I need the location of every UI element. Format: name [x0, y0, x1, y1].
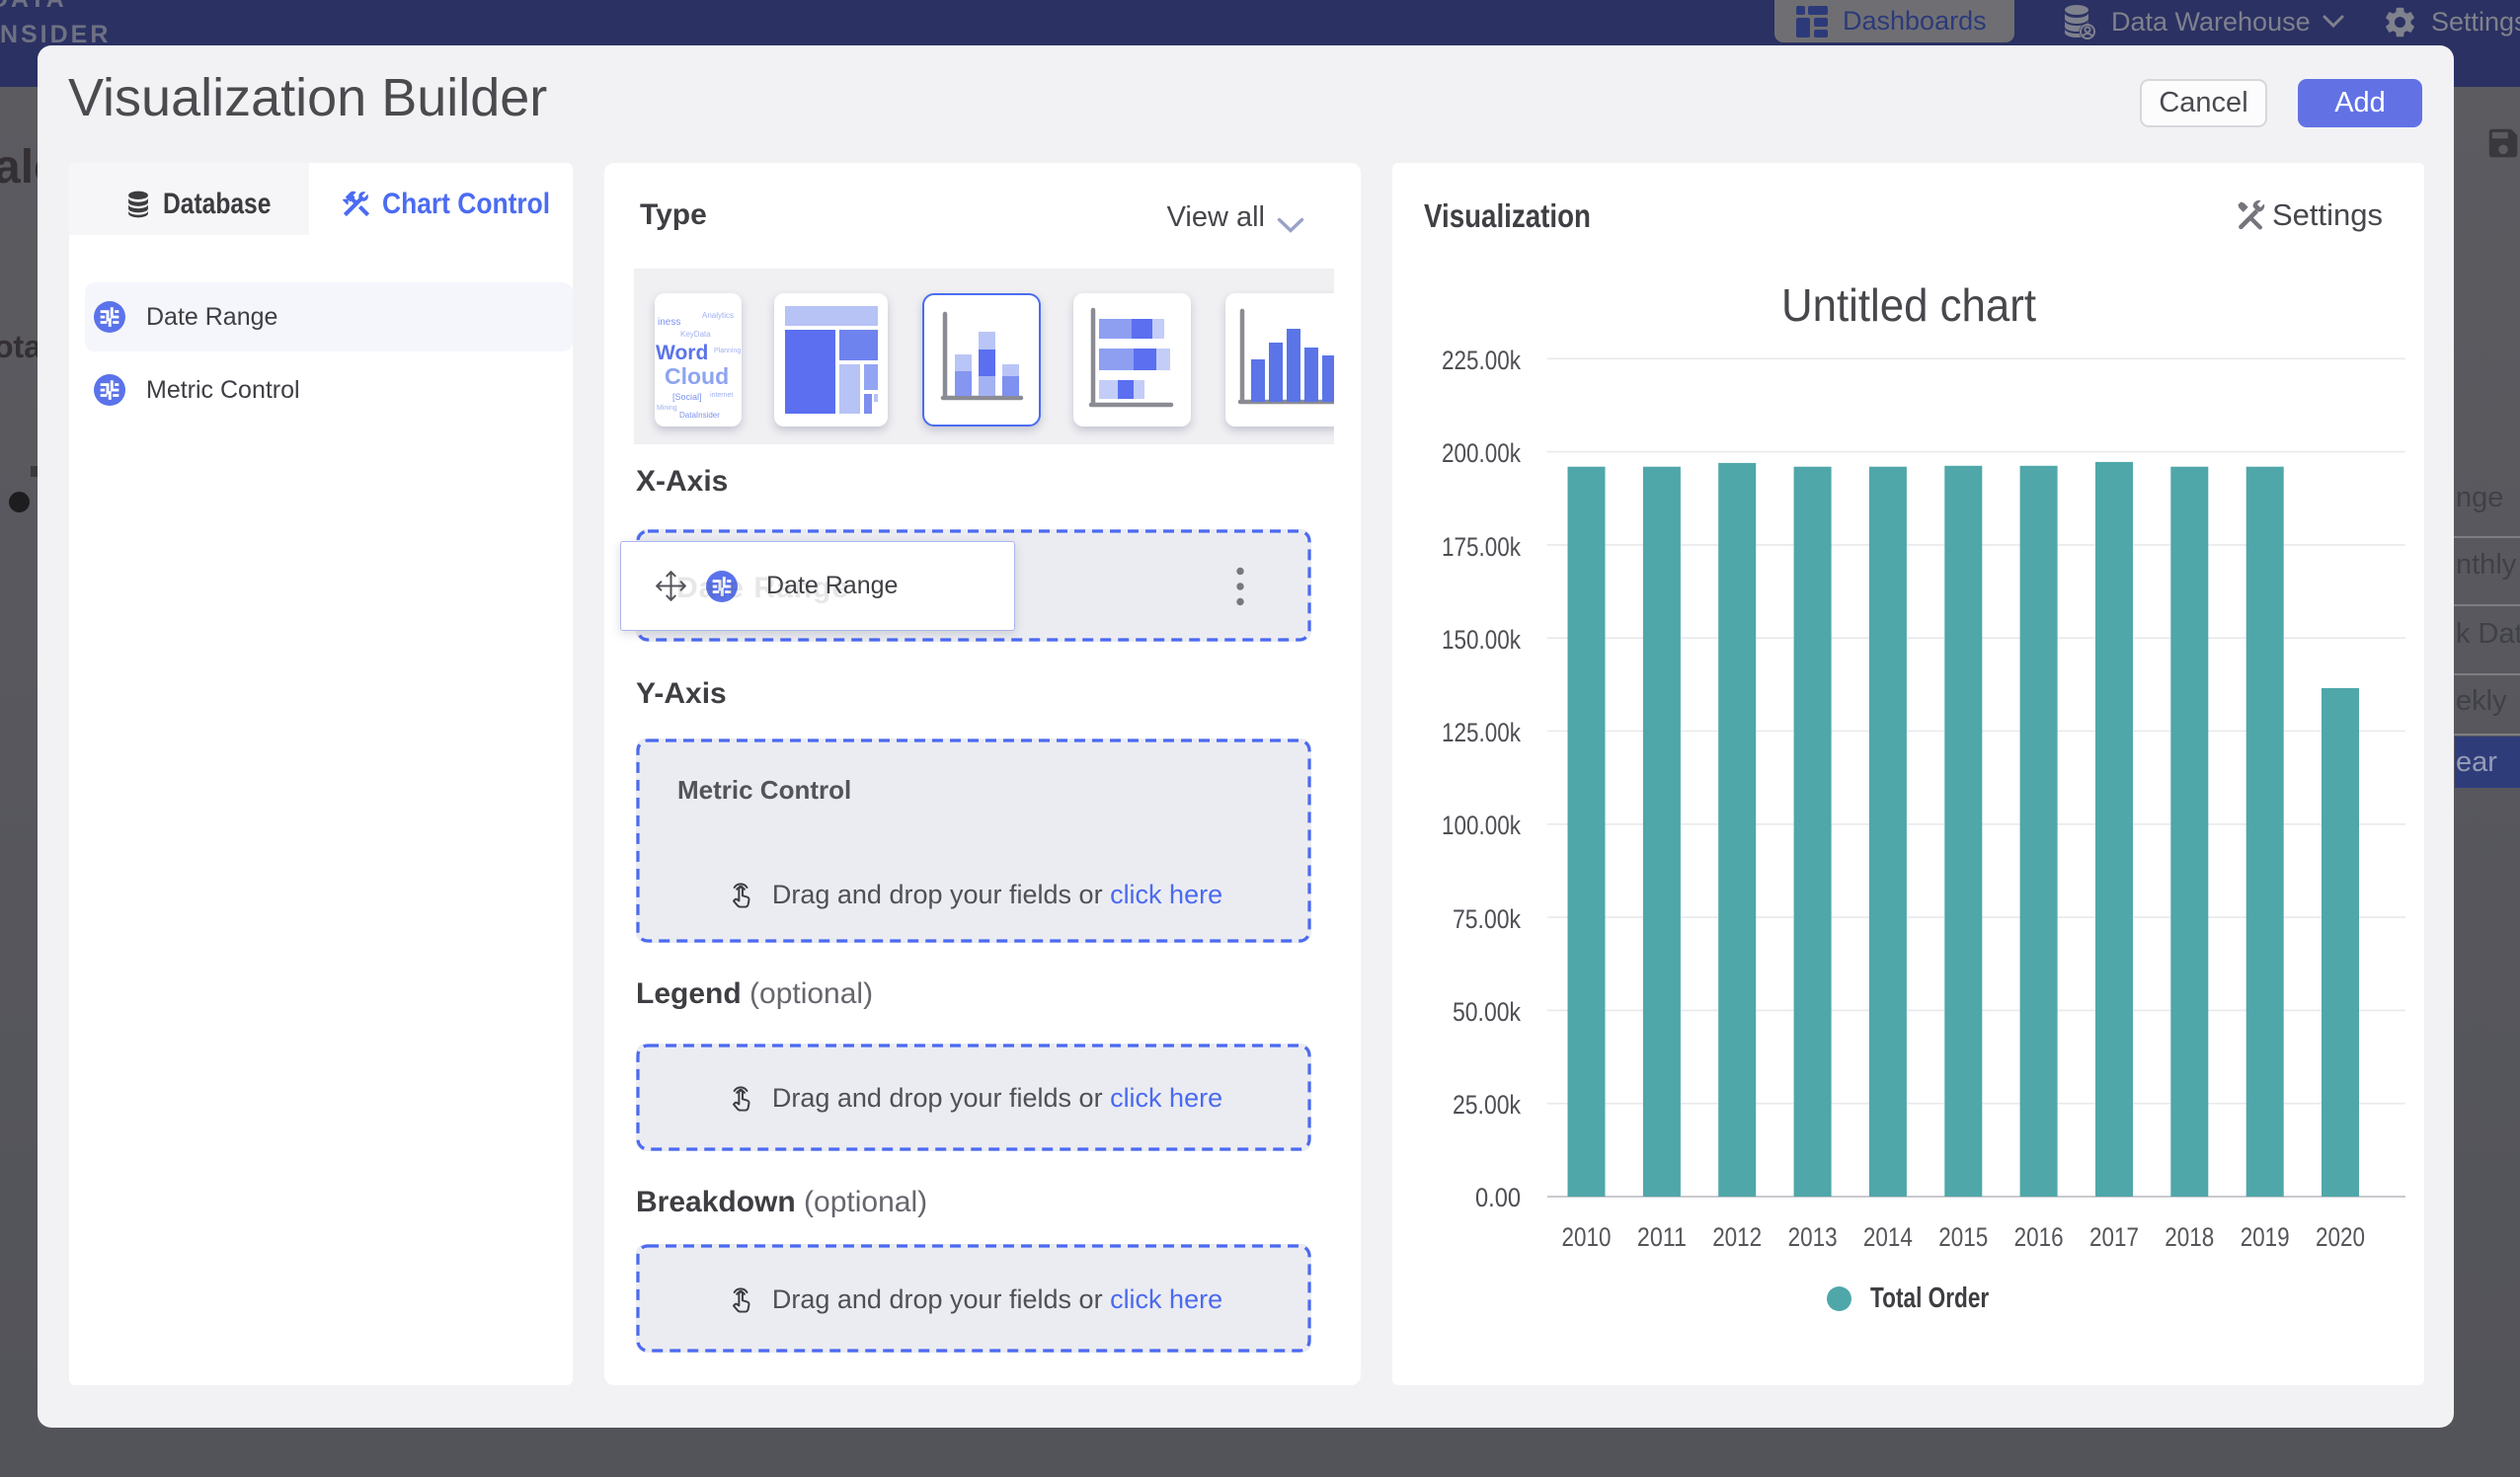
- svg-text:50.00k: 50.00k: [1453, 997, 1521, 1027]
- svg-text:Analytics: Analytics: [702, 311, 734, 320]
- svg-text:Cloud: Cloud: [665, 363, 729, 389]
- svg-text:2012: 2012: [1712, 1222, 1762, 1252]
- svg-text:2019: 2019: [2241, 1222, 2290, 1252]
- svg-text:75.00k: 75.00k: [1453, 904, 1521, 934]
- svg-text:Mining: Mining: [657, 405, 677, 412]
- svg-text:2013: 2013: [1788, 1222, 1838, 1252]
- svg-text:DataInsider: DataInsider: [679, 411, 720, 420]
- svg-text:100.00k: 100.00k: [1442, 811, 1521, 840]
- svg-text:iness: iness: [658, 317, 680, 328]
- svg-text:125.00k: 125.00k: [1442, 718, 1521, 747]
- svg-text:225.00k: 225.00k: [1442, 346, 1521, 375]
- svg-text:2016: 2016: [2014, 1222, 2064, 1252]
- svg-text:Planning: Planning: [714, 348, 741, 354]
- svg-text:2010: 2010: [1562, 1222, 1612, 1252]
- svg-text:internet: internet: [710, 392, 733, 399]
- svg-text:[Social]: [Social]: [672, 392, 702, 402]
- svg-text:2018: 2018: [2165, 1222, 2214, 1252]
- svg-text:2020: 2020: [2316, 1222, 2365, 1252]
- svg-text:2015: 2015: [1938, 1222, 1988, 1252]
- svg-text:2017: 2017: [2089, 1222, 2139, 1252]
- svg-text:Untitled chart: Untitled chart: [1781, 279, 2036, 331]
- svg-text:KeyData: KeyData: [680, 330, 711, 339]
- svg-text:25.00k: 25.00k: [1453, 1090, 1521, 1120]
- svg-text:2014: 2014: [1863, 1222, 1913, 1252]
- svg-text:175.00k: 175.00k: [1442, 532, 1521, 562]
- svg-text:2011: 2011: [1637, 1222, 1687, 1252]
- svg-text:0.00: 0.00: [1475, 1183, 1521, 1212]
- svg-text:Word: Word: [656, 342, 708, 364]
- svg-text:150.00k: 150.00k: [1442, 625, 1521, 655]
- svg-text:200.00k: 200.00k: [1442, 438, 1521, 468]
